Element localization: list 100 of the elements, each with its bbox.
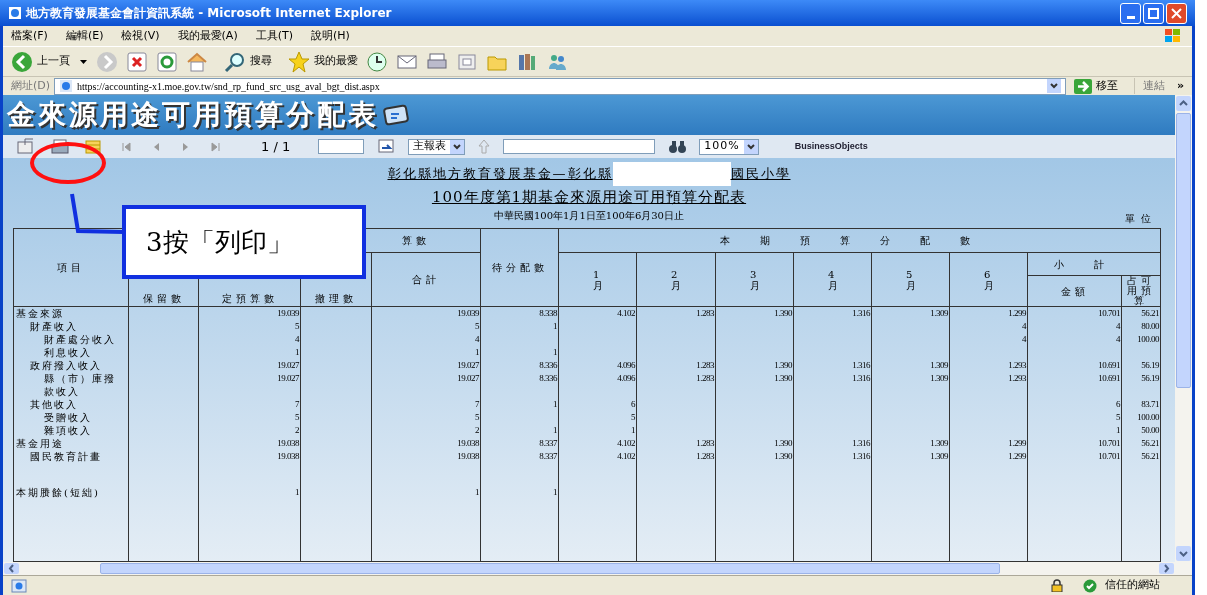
row-label: 基金來源 <box>16 307 64 320</box>
home-icon[interactable] <box>186 50 208 73</box>
row-label: 國民教育計畫 <box>30 450 102 463</box>
table-cell: 1 <box>553 399 557 409</box>
table-cell: 5 <box>295 412 299 422</box>
zoom-dropdown[interactable]: 100% <box>699 138 759 155</box>
table-cell: 1.293 <box>1008 373 1026 383</box>
table-cell: 5 <box>475 321 479 331</box>
row-label: 雜項收入 <box>44 424 92 437</box>
table-cell: 1 <box>553 321 557 331</box>
table-cell: 2 <box>475 425 479 435</box>
table-cell: 1.316 <box>852 360 870 370</box>
row-label: 利息收入 <box>44 346 92 359</box>
unit-label: 單位 <box>1125 212 1157 226</box>
maximize-icon <box>1148 7 1159 19</box>
table-cell: 1 <box>553 425 557 435</box>
report-title: 100年度第1期基金來源用途可用預算分配表 <box>431 186 747 208</box>
table-cell: 83.71 <box>1141 399 1159 409</box>
links-label[interactable]: 連結 <box>1133 77 1165 95</box>
table-cell: 2 <box>295 425 299 435</box>
table-cell: 1 <box>631 425 635 435</box>
table-cell: 80.00 <box>1141 321 1159 331</box>
table-cell: 1.309 <box>930 451 948 461</box>
table-cell: 1.390 <box>774 451 792 461</box>
close-button[interactable] <box>1166 2 1187 24</box>
search-button[interactable]: 搜尋 <box>224 50 272 73</box>
table-cell: 1 <box>295 487 299 497</box>
back-button[interactable]: 上一頁 <box>11 50 70 73</box>
table-cell: 8.338 <box>539 308 557 318</box>
column-header: 1月 <box>558 252 637 307</box>
menu-item[interactable]: 說明(H) <box>311 27 350 45</box>
maximize-button[interactable] <box>1143 2 1164 24</box>
table-cell: 1.390 <box>774 308 792 318</box>
check-icon <box>1083 578 1097 593</box>
row-label: 縣（市）庫撥款收入 <box>44 372 117 398</box>
table-cell: 100.00 <box>1137 334 1159 344</box>
scroll-up-icon <box>1175 95 1192 112</box>
table-cell: 4 <box>1022 334 1026 344</box>
organization-name: 彰化縣地方教育發展基金—彰化縣 <box>387 165 613 183</box>
table-cell: 56.21 <box>1141 308 1159 318</box>
table-cell: 6 <box>1116 399 1120 409</box>
table-cell: 10.701 <box>1098 438 1120 448</box>
page-icon <box>11 578 27 593</box>
row-label: 財產處分收入 <box>44 333 116 346</box>
table-cell: 19.038 <box>457 438 479 448</box>
table-cell: 19.027 <box>457 360 479 370</box>
organization-name: 國民小學 <box>730 165 791 183</box>
table-cell: 1.283 <box>696 451 714 461</box>
table-cell: 1.309 <box>930 360 948 370</box>
refresh-icon[interactable] <box>156 50 178 73</box>
scrollbar-thumb[interactable] <box>1176 113 1191 388</box>
column-header: 2月 <box>636 252 716 307</box>
menu-item[interactable]: 工具(T) <box>255 27 293 45</box>
menu-item[interactable]: 我的最愛(A) <box>177 27 238 45</box>
table-cell: 4.102 <box>617 438 635 448</box>
banner-title: 金來源用途可用預算分配表 <box>7 97 379 133</box>
table-cell: 8.337 <box>539 451 557 461</box>
column-header: 3月 <box>715 252 794 307</box>
table-cell: 1.283 <box>696 438 714 448</box>
table-cell: 1.299 <box>1008 438 1026 448</box>
table-cell: 10.701 <box>1098 308 1120 318</box>
row-label: 受贈收入 <box>44 411 92 424</box>
column-header: 待分配數 <box>480 228 559 307</box>
row-label: 基金用途 <box>16 437 64 450</box>
menu-item[interactable]: 檔案(F) <box>11 27 48 45</box>
menu-item[interactable]: 編輯(E) <box>65 27 104 45</box>
view-dropdown[interactable]: 主報表 <box>408 138 466 155</box>
minimize-button[interactable] <box>1120 2 1141 24</box>
table-cell: 5 <box>295 321 299 331</box>
table-cell: 1.299 <box>1008 451 1026 461</box>
page-number-field[interactable] <box>318 139 365 154</box>
address-label: 網址(D) <box>11 77 51 94</box>
table-cell: 56.21 <box>1141 438 1159 448</box>
table-cell: 19.027 <box>457 373 479 383</box>
table-cell: 10.691 <box>1098 373 1120 383</box>
stop-icon[interactable] <box>126 50 148 73</box>
table-cell: 1 <box>553 487 557 497</box>
history-icon[interactable] <box>366 50 388 73</box>
favorites-button[interactable]: 我的最愛 <box>288 50 358 73</box>
address-field[interactable]: https://accounting-x1.moe.gov.tw/snd_rp_fund_src_usg_aval_bgt_dist.aspx <box>54 77 1066 95</box>
go-button[interactable]: 移至 <box>1073 77 1118 95</box>
table-cell: 8.336 <box>539 373 557 383</box>
table-cell: 19.038 <box>457 451 479 461</box>
table-cell: 19.038 <box>277 451 299 461</box>
column-header: 小計 <box>1027 252 1161 276</box>
search-text-field[interactable] <box>503 139 656 154</box>
page-indicator: 1 / 1 <box>261 137 291 156</box>
close-icon <box>1171 7 1182 19</box>
column-header: 本期預算分配數 <box>558 228 1161 253</box>
table-cell: 7 <box>295 399 299 409</box>
table-cell: 1.316 <box>852 438 870 448</box>
more-button[interactable]: » <box>1176 77 1184 95</box>
table-cell: 1 <box>475 347 479 357</box>
table-cell: 1.316 <box>852 308 870 318</box>
menu-item[interactable]: 檢視(V) <box>121 27 160 45</box>
scrollbar-thumb[interactable] <box>100 563 1000 574</box>
row-label: 本期賸餘(短絀) <box>16 486 100 499</box>
table-cell: 19.027 <box>277 360 299 370</box>
table-cell: 1 <box>295 347 299 357</box>
table-cell: 5 <box>631 412 635 422</box>
